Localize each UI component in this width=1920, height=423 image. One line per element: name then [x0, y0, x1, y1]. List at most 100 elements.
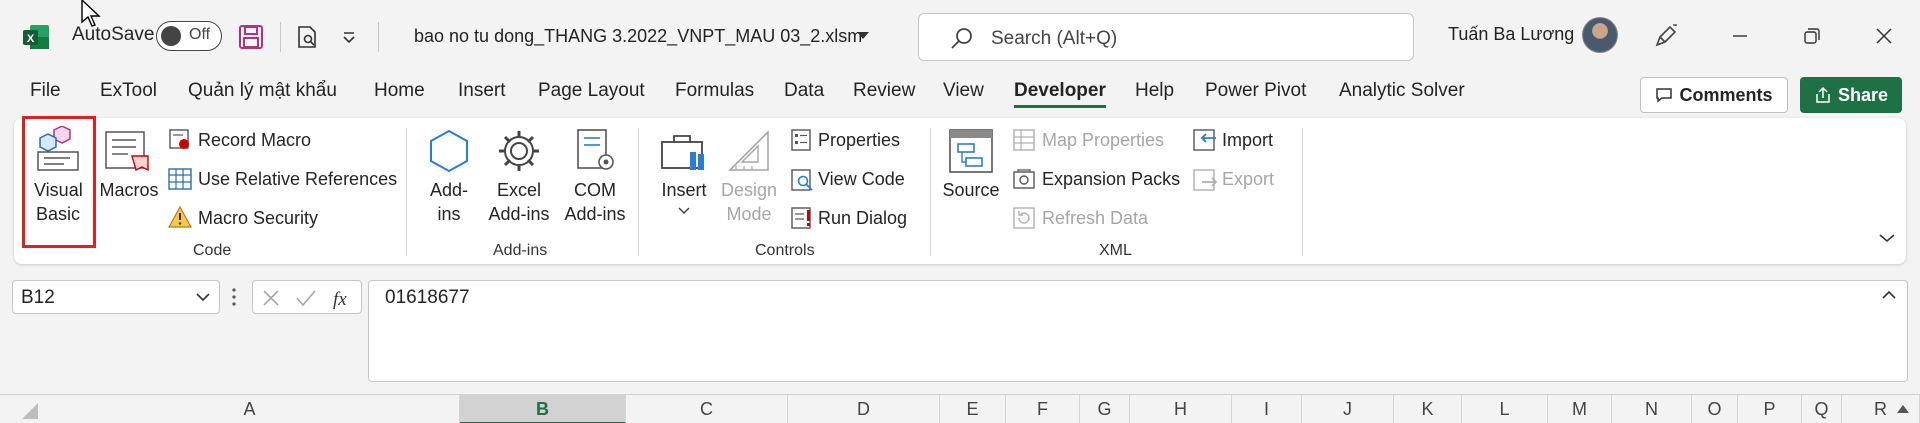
- column-header-k[interactable]: K: [1394, 395, 1462, 423]
- search-box[interactable]: Search (Alt+Q): [918, 13, 1414, 61]
- chevron-down-icon[interactable]: [678, 206, 690, 216]
- macros-button[interactable]: Macros: [98, 178, 160, 202]
- user-name[interactable]: Tuấn Ba Lương: [1448, 24, 1574, 45]
- collapse-formula-bar-icon[interactable]: [1881, 289, 1897, 301]
- column-header-h[interactable]: H: [1130, 395, 1232, 423]
- warning-icon: [168, 206, 192, 228]
- design-mode-button[interactable]: Design Mode: [718, 178, 780, 226]
- record-macro-icon: [169, 129, 189, 149]
- view-code-button[interactable]: View Code: [818, 169, 905, 190]
- column-header-n[interactable]: N: [1612, 395, 1692, 423]
- tab-analytic-solver[interactable]: Analytic Solver: [1339, 80, 1465, 102]
- tab-file[interactable]: File: [30, 80, 61, 102]
- formula-input[interactable]: 01618677: [368, 280, 1908, 382]
- column-header-i[interactable]: I: [1232, 395, 1302, 423]
- column-header-b[interactable]: B: [460, 395, 626, 423]
- import-button[interactable]: Import: [1222, 130, 1273, 151]
- tab-page-layout[interactable]: Page Layout: [538, 80, 645, 102]
- file-name[interactable]: bao no tu dong_THANG 3.2022_VNPT_MAU 03_…: [414, 26, 862, 47]
- minimize-icon: [1733, 35, 1747, 37]
- resize-handle-icon[interactable]: [230, 287, 238, 307]
- properties-button[interactable]: Properties: [818, 130, 900, 151]
- map-properties-icon: [1013, 129, 1035, 151]
- export-button[interactable]: Export: [1222, 169, 1274, 190]
- comments-button[interactable]: Comments: [1640, 77, 1788, 113]
- select-all-icon[interactable]: [22, 403, 38, 419]
- tab-data[interactable]: Data: [784, 80, 824, 102]
- refresh-data-button[interactable]: Refresh Data: [1042, 208, 1148, 229]
- column-header-a[interactable]: A: [40, 395, 460, 423]
- group-separator: [1302, 128, 1303, 256]
- tab-extool[interactable]: ExTool: [100, 80, 157, 102]
- tab-home[interactable]: Home: [374, 80, 425, 102]
- qat-separator: [280, 22, 281, 52]
- excel-add-ins-button[interactable]: Excel Add-ins: [484, 178, 554, 226]
- tab-formulas[interactable]: Formulas: [675, 80, 754, 102]
- add-ins-label-2: ins: [437, 204, 461, 224]
- share-icon: [1816, 86, 1830, 103]
- use-relative-references-button[interactable]: Use Relative References: [198, 169, 397, 190]
- excel-logo-icon: X: [23, 25, 49, 49]
- column-header-f[interactable]: F: [1006, 395, 1080, 423]
- column-header-q[interactable]: Q: [1802, 395, 1842, 423]
- minimize-button[interactable]: [1718, 16, 1762, 56]
- ribbon-expand-icon[interactable]: [1878, 232, 1896, 244]
- tab-developer[interactable]: Developer: [1014, 80, 1106, 108]
- column-header-l[interactable]: L: [1462, 395, 1548, 423]
- column-header-j[interactable]: J: [1302, 395, 1394, 423]
- source-button[interactable]: Source: [940, 178, 1002, 202]
- column-header-d[interactable]: D: [788, 395, 940, 423]
- share-button[interactable]: Share: [1800, 77, 1902, 113]
- pen-button[interactable]: [1644, 16, 1688, 56]
- macro-security-button[interactable]: Macro Security: [198, 208, 318, 229]
- user-avatar[interactable]: [1582, 17, 1618, 53]
- record-macro-button[interactable]: Record Macro: [198, 130, 311, 151]
- tab-power-pivot[interactable]: Power Pivot: [1205, 80, 1306, 102]
- visual-basic-button[interactable]: Visual Basic: [34, 178, 83, 226]
- add-ins-icon: [430, 129, 468, 173]
- save-button[interactable]: [234, 20, 268, 54]
- insert-control-button[interactable]: Insert: [654, 178, 714, 202]
- cancel-icon[interactable]: [261, 288, 281, 308]
- tab-insert[interactable]: Insert: [458, 80, 506, 102]
- map-properties-button[interactable]: Map Properties: [1042, 130, 1164, 151]
- search-icon: [951, 28, 972, 49]
- column-header-o[interactable]: O: [1692, 395, 1738, 423]
- chevron-down-icon[interactable]: [857, 32, 869, 39]
- formula-buttons: fx: [252, 280, 362, 314]
- autosave-toggle[interactable]: Off: [156, 21, 222, 51]
- restore-button[interactable]: [1790, 16, 1834, 56]
- column-header-g[interactable]: G: [1080, 395, 1130, 423]
- column-header-e[interactable]: E: [940, 395, 1006, 423]
- column-header-c[interactable]: C: [626, 395, 788, 423]
- autosave-state: Off: [189, 26, 211, 43]
- comments-label: Comments: [1679, 84, 1773, 105]
- com-add-ins-button[interactable]: COM Add-ins: [558, 178, 632, 226]
- svg-text:fx: fx: [333, 289, 347, 310]
- view-code-icon: [791, 169, 813, 191]
- visual-basic-label: Visual: [34, 180, 83, 200]
- expansion-packs-button[interactable]: Expansion Packs: [1042, 169, 1180, 190]
- group-label-controls: Controls: [755, 242, 815, 259]
- macros-icon: [105, 131, 149, 172]
- tab-help[interactable]: Help: [1135, 80, 1174, 102]
- insert-function-icon[interactable]: fx: [331, 286, 355, 310]
- add-ins-button[interactable]: Add- ins: [420, 178, 478, 226]
- close-button[interactable]: [1862, 16, 1906, 56]
- run-dialog-button[interactable]: Run Dialog: [818, 208, 907, 229]
- enter-check-icon[interactable]: [295, 288, 317, 308]
- print-preview-button[interactable]: [290, 20, 324, 54]
- column-header-m[interactable]: M: [1548, 395, 1612, 423]
- column-header-p[interactable]: P: [1738, 395, 1802, 423]
- gear-icon: [499, 131, 539, 171]
- visual-basic-label-2: Basic: [35, 204, 80, 224]
- customize-qat-button[interactable]: [332, 20, 366, 54]
- scroll-up-icon[interactable]: [1896, 403, 1910, 415]
- name-box[interactable]: B12: [12, 280, 220, 314]
- group-label-add-ins: Add-ins: [493, 242, 548, 259]
- tab-view[interactable]: View: [943, 80, 984, 102]
- tab-review[interactable]: Review: [853, 80, 915, 102]
- chevron-down-icon[interactable]: [195, 291, 211, 303]
- tab-password-manager[interactable]: Quản lý mật khẩu: [188, 80, 337, 102]
- com-add-ins-icon: [577, 129, 614, 170]
